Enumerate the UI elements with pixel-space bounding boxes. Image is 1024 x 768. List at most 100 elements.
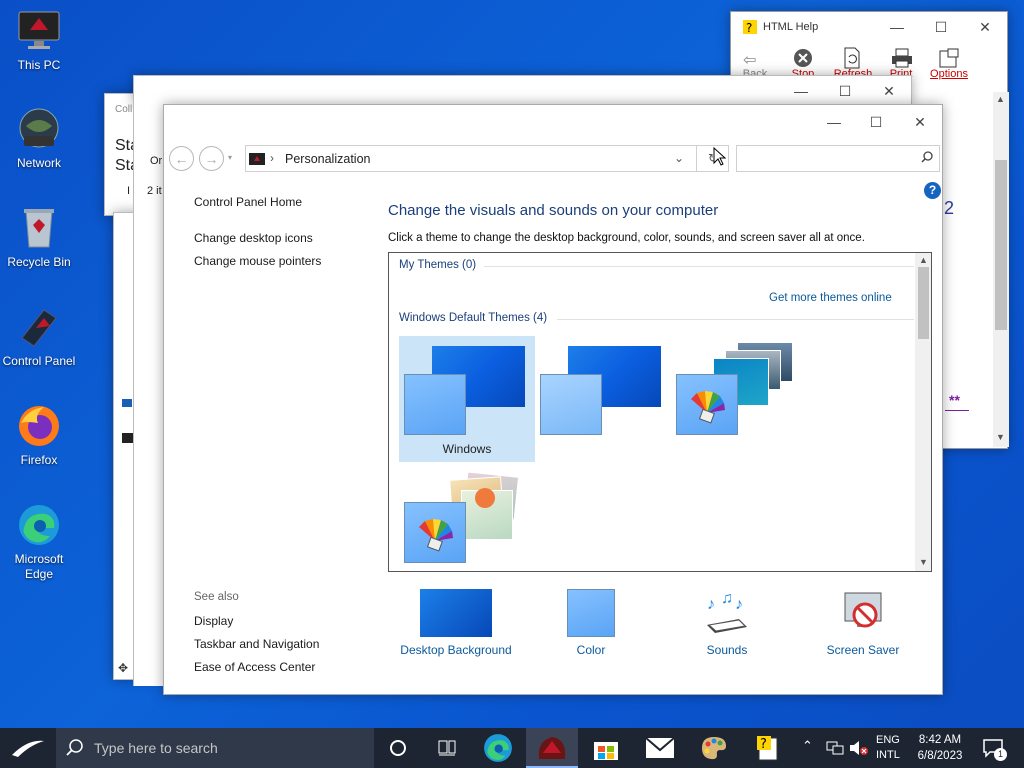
svg-text:?: ?	[760, 737, 767, 752]
bg-close-button[interactable]: ✕	[867, 76, 911, 106]
taskbar-navigation-link[interactable]: Taskbar and Navigation	[194, 637, 319, 651]
clock[interactable]: 8:42 AM 6/8/2023	[910, 732, 970, 764]
forward-arrow-icon: →	[204, 150, 219, 167]
search-icon	[66, 739, 84, 760]
maximize-button[interactable]: ☐	[919, 12, 963, 42]
search-input[interactable]	[736, 145, 940, 172]
desktop-icon-label: Control Panel	[2, 354, 76, 368]
scroll-thumb[interactable]	[995, 160, 1007, 330]
breadcrumb[interactable]: Personalization	[285, 152, 370, 166]
keyboard-layout: INTL	[876, 749, 900, 761]
forward-button[interactable]: →	[199, 146, 224, 171]
network-globe-icon	[16, 106, 62, 152]
back-button[interactable]: ←	[169, 146, 194, 171]
address-dropdown-icon[interactable]: ⌄	[674, 151, 684, 165]
desktop-background-option[interactable]: Desktop Background	[396, 589, 516, 657]
theme-label: Windows	[442, 442, 492, 456]
close-button[interactable]: ✕	[898, 107, 942, 137]
theme-windows-light[interactable]	[535, 336, 671, 462]
theme-flowers[interactable]	[399, 462, 535, 567]
close-button[interactable]: ✕	[963, 12, 1007, 42]
minimize-button[interactable]: —	[875, 12, 919, 42]
breadcrumb-separator-icon[interactable]: ›	[270, 151, 274, 165]
monitor-icon	[16, 8, 62, 54]
taskbar-search-box[interactable]: Type here to search	[56, 728, 374, 768]
theme-windows[interactable]: Windows	[399, 336, 535, 462]
help-options-button[interactable]: Options	[929, 68, 969, 80]
desktop-icon-control-panel[interactable]: Control Panel	[0, 304, 78, 369]
volume-muted-icon[interactable]	[848, 740, 868, 759]
background-window-3[interactable]: ⇦ — ☐ ✕	[133, 75, 912, 140]
cortana-button[interactable]	[374, 728, 422, 768]
control-panel-taskbar-icon	[538, 737, 566, 759]
page-description: Click a theme to change the desktop back…	[388, 232, 865, 244]
help-content-fragment: 2	[944, 198, 955, 218]
desktop-icon-recycle-bin[interactable]: Recycle Bin	[0, 205, 78, 270]
show-hidden-icons-chevron[interactable]: ⌃	[802, 738, 813, 754]
desktop-icon-label: Recycle Bin	[7, 255, 71, 269]
recent-locations-icon[interactable]: ▾	[228, 153, 232, 162]
theme-list[interactable]: My Themes (0) Get more themes online Win…	[388, 252, 932, 572]
notifications-button[interactable]: 1	[982, 738, 1007, 761]
taskbar-html-help[interactable]: ?	[742, 728, 794, 768]
cortana-circle-icon	[390, 740, 406, 756]
taskbar-control-panel[interactable]	[526, 728, 578, 768]
desktop-icon-network[interactable]: Network	[0, 106, 78, 171]
taskbar-paint[interactable]	[688, 728, 740, 768]
theme-color-swatch	[676, 374, 738, 435]
desktop-icon-label: This PC	[17, 58, 61, 72]
clock-date: 6/8/2023	[917, 750, 963, 762]
minimize-button[interactable]: —	[812, 107, 856, 137]
bg-row-label: I	[127, 185, 131, 197]
maximize-button[interactable]: ☐	[854, 107, 898, 137]
desktop-icon-label: Firefox	[20, 453, 58, 467]
desktop-icon-firefox[interactable]: Firefox	[0, 403, 78, 468]
svg-text:?: ?	[746, 21, 752, 34]
scroll-down-arrow[interactable]: ▼	[996, 432, 1005, 442]
my-themes-heading: My Themes (0)	[399, 259, 477, 271]
scroll-up-arrow[interactable]: ▲	[996, 94, 1005, 104]
theme-color-swatch	[404, 374, 466, 435]
clock-time: 8:42 AM	[918, 734, 962, 746]
address-bar[interactable]: › Personalization ⌄ ↻	[245, 145, 729, 172]
theme-list-scrollbar[interactable]: ▲ ▼	[915, 253, 931, 571]
help-icon[interactable]: ?	[924, 182, 941, 199]
bg-maximize-button[interactable]: ☐	[823, 76, 867, 106]
desktop-icon-label: Network	[16, 156, 61, 170]
control-panel-home-link[interactable]: Control Panel Home	[194, 195, 302, 209]
svg-text:♪: ♪	[735, 596, 743, 613]
language-indicator[interactable]: ENG INTL	[876, 733, 900, 763]
start-button[interactable]	[0, 728, 56, 768]
move-cross-icon[interactable]: ✥	[118, 661, 128, 675]
scroll-thumb[interactable]	[918, 267, 929, 339]
color-option[interactable]: Color	[531, 589, 651, 657]
bg-list-marker	[122, 399, 132, 407]
theme-windows-10[interactable]	[671, 336, 807, 462]
change-desktop-icons-link[interactable]: Change desktop icons	[194, 231, 313, 245]
taskbar-store[interactable]	[580, 728, 632, 768]
taskbar-mail[interactable]	[634, 728, 686, 768]
desktop-icon-this-pc[interactable]: This PC	[0, 8, 78, 73]
help-scrollbar[interactable]: ▲ ▼	[993, 92, 1009, 447]
get-more-themes-link[interactable]: Get more themes online	[769, 292, 892, 304]
paint-palette-icon	[702, 737, 726, 760]
desktop-icon-edge[interactable]: Microsoft Edge	[0, 502, 78, 582]
screen-saver-option[interactable]: Screen Saver	[803, 589, 923, 657]
scroll-down-arrow[interactable]: ▼	[919, 557, 928, 567]
personalization-window[interactable]: — ☐ ✕ ← → ▾ › Personalization ⌄ ↻ ? Cont…	[163, 104, 943, 695]
desktop-background-icon	[420, 589, 492, 637]
screen-saver-label: Screen Saver	[826, 643, 900, 657]
taskbar-edge[interactable]	[472, 728, 524, 768]
scroll-up-arrow[interactable]: ▲	[919, 255, 928, 265]
help-window-title: HTML Help	[763, 21, 819, 33]
change-mouse-pointers-link[interactable]: Change mouse pointers	[194, 254, 321, 268]
display-link[interactable]: Display	[194, 614, 233, 628]
ease-of-access-link[interactable]: Ease of Access Center	[194, 660, 315, 674]
help-link-fragment[interactable]: **	[949, 392, 960, 408]
network-tray-icon[interactable]	[826, 740, 844, 759]
firefox-icon	[16, 403, 62, 449]
sounds-option[interactable]: ♪ ♫ ♪ Sounds	[667, 589, 787, 657]
bg-minimize-button[interactable]: —	[779, 76, 823, 106]
task-view-button[interactable]	[422, 728, 472, 768]
desktop-background-label: Desktop Background	[400, 643, 512, 657]
